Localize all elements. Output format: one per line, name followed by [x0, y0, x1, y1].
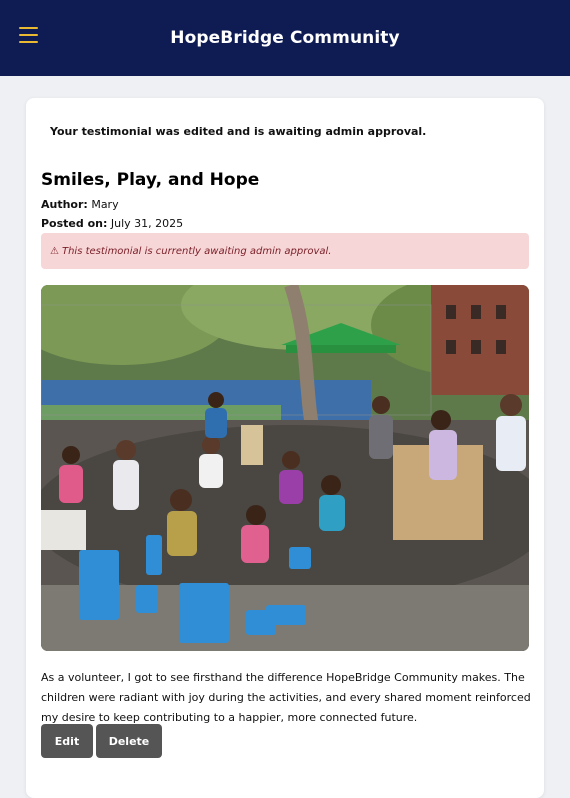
- testimonial-card: Your testimonial was edited and is await…: [26, 98, 544, 798]
- delete-button[interactable]: Delete: [96, 724, 162, 758]
- edit-button[interactable]: Edit: [41, 724, 93, 758]
- author-label: Author:: [41, 198, 88, 211]
- testimonial-title: Smiles, Play, and Hope: [41, 170, 260, 190]
- author-name: Mary: [91, 198, 119, 211]
- top-navbar: HopeBridge Community: [0, 0, 570, 76]
- flash-message: Your testimonial was edited and is await…: [50, 125, 427, 138]
- warning-triangle-icon: ⚠: [50, 245, 59, 257]
- brand-title[interactable]: HopeBridge Community: [170, 28, 399, 48]
- testimonial-body: As a volunteer, I got to see firsthand t…: [41, 671, 531, 724]
- approval-pending-text: This testimonial is currently awaiting a…: [61, 245, 332, 257]
- hamburger-menu-icon[interactable]: [19, 27, 38, 45]
- posted-date: July 31, 2025: [110, 217, 184, 230]
- posted-line: Posted on: July 31, 2025: [41, 217, 183, 230]
- testimonial-photo: [41, 285, 529, 651]
- approval-pending-alert: ⚠ This testimonial is currently awaiting…: [41, 233, 529, 269]
- author-line: Author: Mary: [41, 198, 119, 211]
- posted-label: Posted on:: [41, 217, 108, 230]
